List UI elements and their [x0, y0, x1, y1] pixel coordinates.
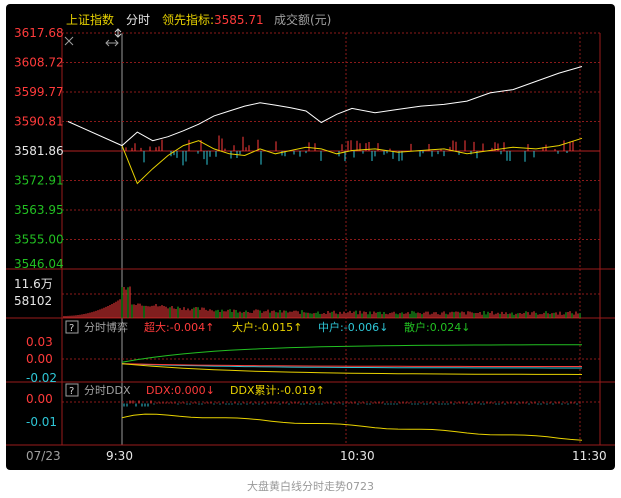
price-tick-2: 3599.77 — [14, 85, 64, 99]
time-tick-mid: 10:30 — [340, 449, 375, 463]
leading-label: 领先指标: — [162, 12, 214, 27]
index-name: 上证指数 — [66, 12, 114, 27]
price-tick-5: 3572.91 — [14, 173, 64, 187]
game-panel-title: 分时博弈 — [84, 320, 128, 334]
ddx-lines — [121, 400, 583, 441]
price-tick-8: 3546.04 — [14, 257, 64, 271]
volume-label: 成交额(元) — [274, 12, 331, 27]
price-panel-bars — [125, 135, 574, 166]
chaoda-arrow: ↑ — [205, 321, 214, 334]
game-tick-bottom: -0.02 — [26, 371, 57, 385]
volume-bars — [63, 286, 581, 318]
ddx-value: 0.000 — [174, 384, 206, 397]
ddx-legend: DDX:0.000↓ DDX累计:-0.019↑ — [146, 384, 325, 397]
price-axis: 3617.68 3608.72 3599.77 3590.81 3581.86 3572.… — [14, 26, 64, 271]
price-tick-4: 3581.86 — [14, 144, 64, 158]
leading-line — [121, 137, 583, 185]
ddx-arrow: ↓ — [206, 384, 215, 397]
ddx-help-mark: ? — [69, 386, 74, 397]
game-help-mark: ? — [69, 323, 74, 334]
price-tick-7: 3555.00 — [14, 232, 64, 246]
sanhu-value: 0.024 — [430, 321, 462, 334]
game-lines — [121, 344, 583, 375]
time-tick-close: 11:30 — [572, 449, 607, 463]
price-tick-3: 3590.81 — [14, 115, 64, 129]
dahu-arrow: ↑ — [293, 321, 302, 334]
sanhu-arrow: ↓ — [461, 321, 470, 334]
mode-tab[interactable]: 分时 — [126, 13, 150, 27]
ddx-cum-label: DDX累计: — [230, 384, 280, 397]
close-icon[interactable] — [64, 36, 74, 46]
game-legend: 超大:-0.004↑ 大户:-0.015↑ 中户:-0.006↓ 散户:0.02… — [144, 320, 470, 334]
ddx-tick-bottom: -0.01 — [26, 415, 57, 429]
sanhu-line — [121, 344, 583, 363]
ddx-cum-arrow: ↑ — [316, 384, 325, 397]
price-tick-1: 3608.72 — [14, 56, 64, 70]
sanhu-label: 散户: — [404, 320, 430, 334]
resize-arrows-icon[interactable] — [105, 39, 119, 47]
chaoda-value: -0.004 — [170, 321, 205, 334]
zhonghu-arrow: ↓ — [379, 321, 388, 334]
ddx-cum-value: -0.019 — [280, 384, 315, 397]
leading-value: 3585.71 — [214, 13, 264, 27]
ddx-label: DDX: — [146, 384, 174, 397]
price-tick-0: 3617.68 — [14, 26, 64, 40]
volume-tick-mid: 58102 — [14, 294, 52, 308]
game-tick-top: 0.03 — [26, 335, 53, 349]
index-line — [67, 66, 583, 147]
chart-frame: 3617.68 3608.72 3599.77 3590.81 3581.86 3572.… — [6, 4, 615, 470]
time-tick-open: 9:30 — [106, 449, 133, 463]
chaoda-label: 超大: — [144, 320, 170, 334]
dahu-label: 大户: — [232, 320, 258, 334]
zhonghu-value: -0.006 — [344, 321, 379, 334]
figure-caption: 大盘黄白线分时走势0723 — [247, 480, 374, 493]
ddx-cum-line — [121, 413, 583, 441]
ddx-tick-zero: 0.00 — [26, 392, 53, 406]
ddx-panel-title: 分时DDX — [84, 384, 131, 397]
time-share-chart: 3617.68 3608.72 3599.77 3590.81 3581.86 3572.… — [6, 12, 615, 463]
dahu-value: -0.015 — [258, 321, 293, 334]
volume-tick-max: 11.6万 — [14, 277, 53, 291]
time-tick-date: 07/23 — [26, 449, 61, 463]
zhonghu-label: 中户: — [318, 320, 344, 334]
game-tick-zero: 0.00 — [26, 352, 53, 366]
price-tick-6: 3563.95 — [14, 203, 64, 217]
